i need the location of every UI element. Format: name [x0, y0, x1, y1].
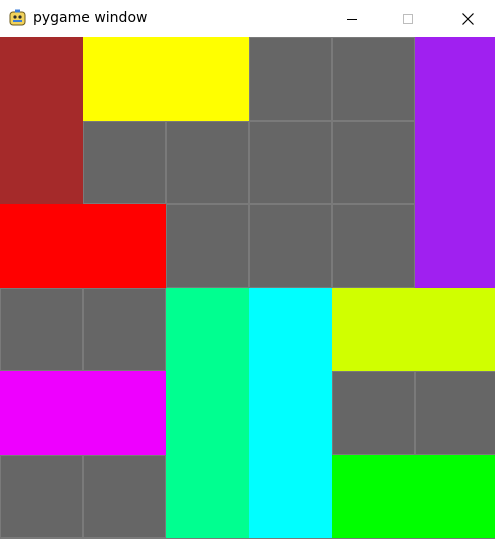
- empty-cell[interactable]: [167, 205, 248, 287]
- close-button[interactable]: [445, 0, 491, 37]
- empty-cell[interactable]: [84, 288, 165, 370]
- empty-cell[interactable]: [250, 205, 331, 287]
- block-green[interactable]: [332, 454, 495, 538]
- minimize-button[interactable]: [329, 0, 375, 37]
- maximize-button[interactable]: [385, 0, 431, 37]
- block-spring-green[interactable]: [166, 287, 249, 538]
- block-lime-yellow[interactable]: [332, 287, 495, 371]
- pygame-snake-icon: [9, 9, 26, 26]
- block-brown[interactable]: [0, 37, 83, 204]
- game-board[interactable]: [0, 37, 495, 539]
- minimize-icon: [347, 18, 357, 20]
- empty-cell[interactable]: [1, 288, 82, 370]
- empty-cell[interactable]: [250, 121, 331, 203]
- empty-cell[interactable]: [333, 205, 414, 287]
- block-yellow[interactable]: [83, 37, 249, 121]
- block-cyan[interactable]: [249, 287, 332, 538]
- block-purple[interactable]: [415, 37, 495, 288]
- title-bar[interactable]: pygame window: [0, 0, 495, 37]
- empty-cell[interactable]: [333, 372, 414, 454]
- empty-cell[interactable]: [333, 121, 414, 203]
- window-title: pygame window: [33, 10, 148, 26]
- empty-cell[interactable]: [1, 455, 82, 537]
- empty-cell[interactable]: [84, 455, 165, 537]
- block-red[interactable]: [0, 204, 166, 288]
- pygame-window: pygame window: [0, 0, 495, 539]
- maximize-icon: [403, 13, 413, 24]
- block-magenta[interactable]: [0, 371, 166, 455]
- empty-cell[interactable]: [167, 121, 248, 203]
- empty-cell[interactable]: [250, 38, 331, 120]
- close-icon: [462, 12, 474, 25]
- empty-cell[interactable]: [416, 372, 495, 454]
- empty-cell[interactable]: [333, 38, 414, 120]
- empty-cell[interactable]: [84, 121, 165, 203]
